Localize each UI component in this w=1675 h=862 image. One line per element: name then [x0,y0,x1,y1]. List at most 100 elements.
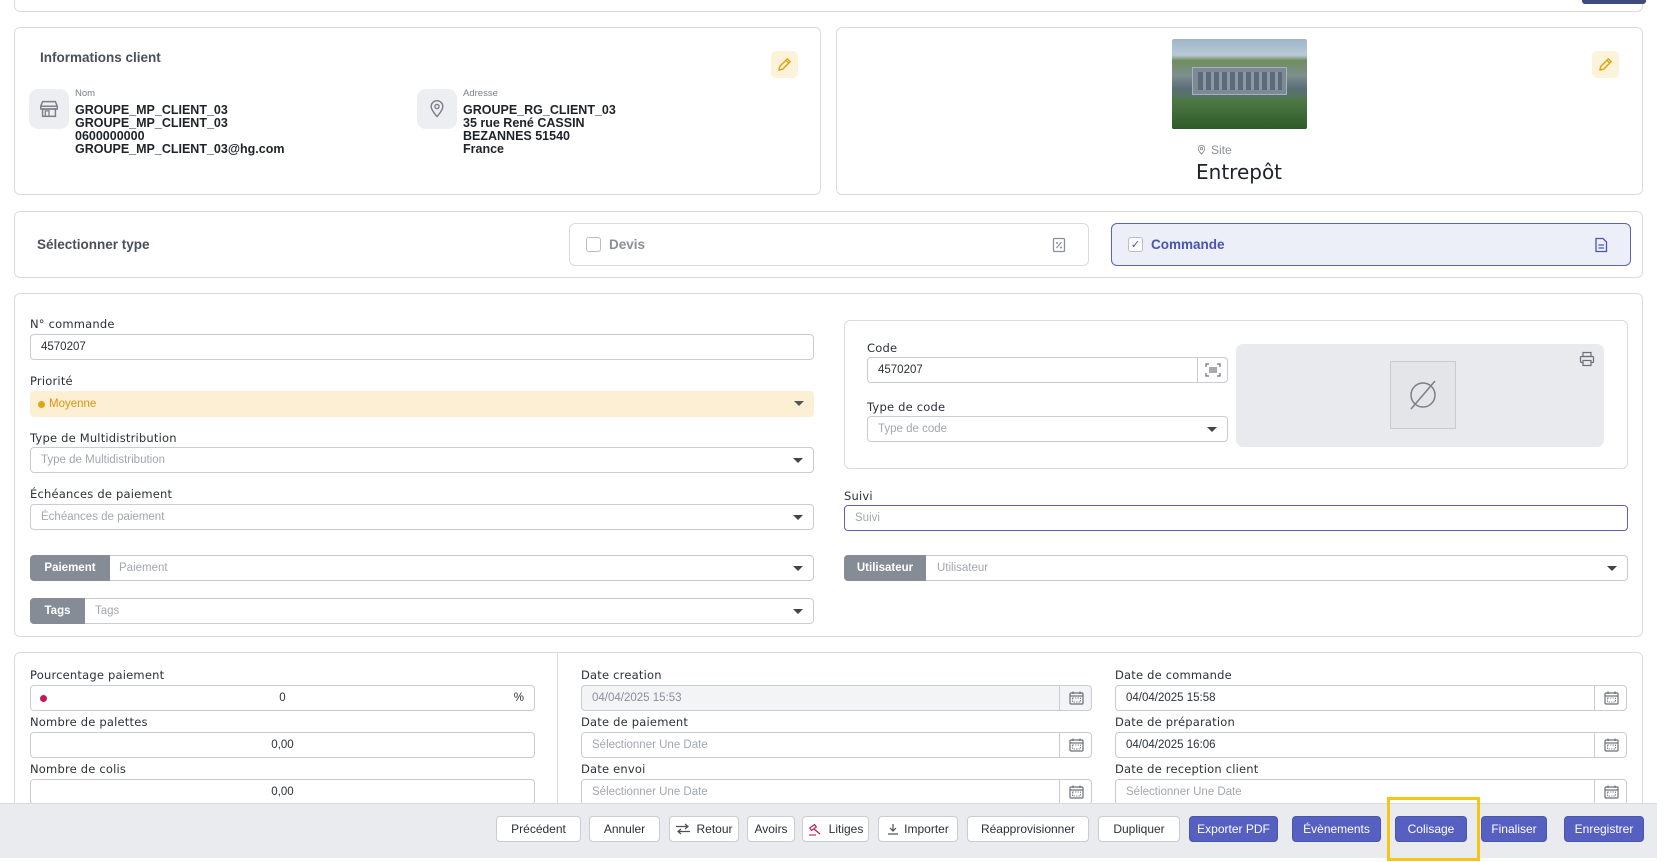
chevron-down-icon [1607,566,1617,571]
tags-placeholder: Tags [95,605,120,617]
litiges-label: Litiges [828,822,864,836]
commande-checkbox[interactable]: ✓ [1128,237,1143,252]
palettes-label: Nombre de palettes [30,715,148,729]
importer-button[interactable]: Importer [878,816,958,842]
printer-icon[interactable] [1579,351,1595,367]
exporter-pdf-button[interactable]: Exporter PDF [1189,816,1278,842]
priority-label: Priorité [30,374,73,388]
litiges-button[interactable]: Litiges [802,816,869,842]
client-address-lines: GROUPE_RG_CLIENT_03 35 rue René CASSIN B… [463,104,616,156]
echeances-label: Échéances de paiement [30,487,173,501]
chevron-down-icon [793,458,803,463]
importer-label: Importer [904,822,949,836]
scan-barcode-button[interactable] [1197,357,1228,383]
calendar-icon [1603,691,1619,705]
priority-value: Moyenne [49,398,97,410]
type-option-commande[interactable]: ✓ Commande [1111,223,1631,266]
pourcentage-dot [40,695,47,702]
avoirs-button[interactable]: Avoirs [747,816,795,842]
calendar-icon [1068,738,1084,752]
pourcentage-input[interactable]: 0 % [30,685,535,711]
date-paiement-input[interactable]: Sélectionner Une Date [581,732,1092,758]
utilisateur-addon: Utilisateur [844,555,926,581]
date-commande-input[interactable]: 04/04/2025 15:58 [1115,685,1627,711]
calendar-icon [1603,738,1619,752]
date-envoi-placeholder: Sélectionner Une Date [592,786,708,798]
priority-dot [38,400,45,408]
finaliser-button[interactable]: Finaliser [1481,816,1547,842]
paiement-placeholder: Paiement [119,562,168,574]
chevron-down-icon [1207,427,1217,432]
calendar-icon [1603,785,1619,799]
tags-select[interactable]: Tags [30,598,814,624]
calendar-button[interactable] [1594,685,1627,711]
pourcentage-unit: % [513,692,524,704]
address-label: Adresse [463,88,498,99]
date-preparation-label: Date de préparation [1115,715,1235,729]
order-number-input[interactable]: 4570207 [30,334,814,360]
palettes-input[interactable]: 0,00 [30,732,535,758]
echeances-placeholder: Échéances de paiement [41,511,165,523]
calendar-button[interactable] [1059,685,1092,711]
retour-button[interactable]: Retour [669,816,739,842]
swap-arrows-icon [676,823,691,835]
suivi-input[interactable]: Suivi [844,505,1628,531]
date-preparation-input[interactable]: 04/04/2025 16:06 [1115,732,1627,758]
calendar-button[interactable] [1059,732,1092,758]
page-scrollbar[interactable] [1657,0,1675,862]
empty-barcode-placeholder [1390,361,1456,429]
date-commande-value: 04/04/2025 15:58 [1126,692,1216,704]
utilisateur-placeholder: Utilisateur [937,562,989,574]
chevron-down-icon [794,401,804,406]
chevron-down-icon [793,515,803,520]
date-creation-label: Date creation [581,668,662,682]
annuler-button[interactable]: Annuler [589,816,660,842]
precedent-button[interactable]: Précédent [496,816,581,842]
date-reception-input[interactable]: Sélectionner Une Date [1115,779,1627,805]
calendar-icon [1068,785,1084,799]
colis-label: Nombre de colis [30,762,127,776]
devis-label: Devis [609,237,646,252]
pencil-icon [778,58,791,71]
paiement-select[interactable]: Paiement [30,555,814,581]
client-email: GROUPE_MP_CLIENT_03@hg.com [75,142,285,156]
devis-checkbox[interactable] [586,237,601,252]
enregistrer-button[interactable]: Enregistrer [1564,816,1644,842]
dupliquer-button[interactable]: Dupliquer [1098,816,1180,842]
priority-select[interactable]: Moyenne [30,391,814,417]
evenements-button[interactable]: Évènements [1292,816,1381,842]
store-icon [40,100,58,118]
code-type-label: Type de code [867,400,946,414]
colis-input[interactable]: 0,00 [30,779,535,805]
tags-addon: Tags [30,598,85,624]
date-commande-label: Date de commande [1115,668,1232,682]
code-type-select[interactable]: Type de code [867,416,1228,442]
type-option-devis[interactable]: Devis [569,223,1089,266]
name-label: Nom [75,88,96,99]
edit-site-button[interactable] [1592,51,1619,78]
location-pin-icon [1197,145,1206,155]
edit-client-button[interactable] [771,51,798,78]
date-envoi-input[interactable]: Sélectionner Une Date [581,779,1092,805]
reapprovisionner-button[interactable]: Réapprovisionner [967,816,1089,842]
date-creation-input[interactable]: 04/04/2025 15:53 [581,685,1092,711]
type-select-title: Sélectionner type [37,237,150,252]
pourcentage-value: 0 [279,692,286,704]
calendar-button[interactable] [1594,779,1627,805]
chevron-down-icon [793,566,803,571]
code-input[interactable]: 4570207 [867,357,1228,383]
calendar-button[interactable] [1594,732,1627,758]
gavel-icon [808,823,821,836]
paiement-addon: Paiement [30,555,110,581]
multidistrib-placeholder: Type de Multidistribution [41,454,166,466]
date-preparation-value: 04/04/2025 16:06 [1126,739,1216,751]
suivi-placeholder: Suivi [855,512,880,524]
calendar-button[interactable] [1059,779,1092,805]
multidistrib-label: Type de Multidistribution [30,431,177,445]
utilisateur-select[interactable]: Utilisateur [844,555,1628,581]
multidistrib-select[interactable]: Type de Multidistribution [30,447,814,473]
client-info-title: Informations client [40,50,161,65]
echeances-select[interactable]: Échéances de paiement [30,504,814,530]
site-label: Site [1211,143,1232,157]
calendar-icon [1068,691,1084,705]
